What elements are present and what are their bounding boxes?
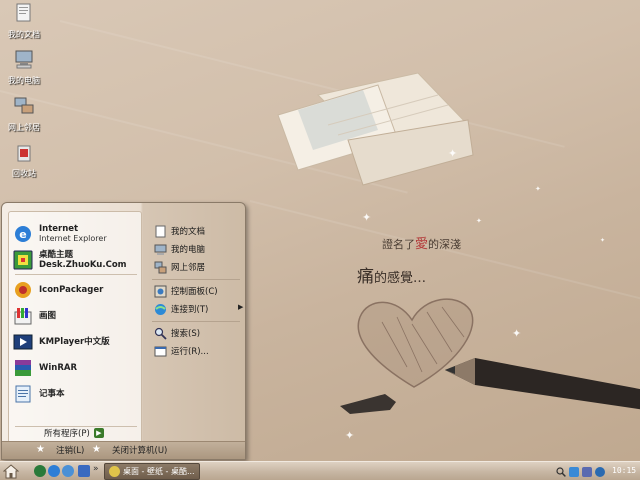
start-item-zhuoku-theme[interactable]: 桌酷主题 Desk.ZhuoKu.Com — [13, 248, 127, 272]
run-icon — [154, 346, 167, 356]
taskbar: » 桌面 - 壁纸 - 桌酷... 10:15 — [0, 461, 640, 480]
system-tray — [556, 464, 605, 479]
start-button[interactable] — [3, 464, 19, 479]
logoff-button[interactable]: ★ 注销(L) — [36, 444, 84, 456]
iconpackager-icon — [15, 282, 31, 298]
sparkle-icon: ✦ — [512, 327, 522, 340]
kmplayer-icon — [13, 334, 33, 350]
control-panel-icon — [154, 285, 167, 297]
start-right-control-panel[interactable]: 控制面板(C) — [154, 283, 218, 299]
clock[interactable]: 10:15 — [612, 466, 636, 475]
svg-text:e: e — [19, 228, 26, 241]
network-icon[interactable] — [569, 466, 579, 477]
network-places-icon — [154, 261, 167, 273]
connect-to-icon — [155, 303, 166, 315]
internet-explorer-icon: e — [15, 226, 31, 242]
wallpaper-caption-2: 痛的感覺… — [357, 267, 427, 287]
help-icon[interactable] — [595, 466, 605, 477]
start-menu-programs-pane: e Internet Internet Explorer 桌酷主题 Desk.Zhu… — [8, 211, 142, 444]
volume-icon[interactable] — [582, 466, 592, 477]
start-item-kmplayer[interactable]: KMPlayer中文版 — [13, 330, 110, 354]
start-right-my-documents[interactable]: 我的文档 — [154, 223, 205, 239]
shutdown-button[interactable]: ★ 关闭计算机(U) — [92, 444, 167, 456]
desktop-icon-my-computer[interactable]: 我的电脑 — [2, 48, 46, 86]
quicklaunch-overflow-button[interactable]: » — [93, 464, 99, 474]
winrar-icon — [15, 360, 31, 376]
pencil-image — [445, 358, 640, 410]
arrow-right-icon: ▶ — [93, 428, 104, 438]
start-item-notepad[interactable]: 记事本 — [13, 382, 65, 406]
desktop-icon-network-places[interactable]: 网上邻居 — [2, 95, 46, 133]
start-item-internet[interactable]: e Internet Internet Explorer — [13, 222, 107, 246]
desktop-icon-my-documents[interactable]: 我的文档 — [2, 2, 46, 40]
my-computer-icon — [154, 244, 167, 255]
start-menu-separator — [152, 321, 240, 322]
shutdown-icon: ★ — [92, 444, 101, 455]
start-menu: e Internet Internet Explorer 桌酷主题 Desk.Zhu… — [1, 202, 246, 460]
sparkle-icon: ✦ — [535, 185, 541, 193]
sparkle-icon: ✦ — [600, 237, 606, 244]
media-player-icon[interactable] — [62, 465, 74, 477]
internet-explorer-icon[interactable] — [48, 465, 60, 477]
start-menu-separator — [152, 279, 240, 280]
pencil-lead-image — [340, 394, 396, 414]
my-computer-icon — [15, 50, 33, 69]
start-right-network-places[interactable]: 网上邻居 — [154, 259, 205, 275]
sparkle-icon: ✦ — [476, 217, 482, 225]
my-documents-icon — [155, 225, 166, 237]
start-item-iconpackager[interactable]: IconPackager — [13, 278, 103, 302]
zhuoku-theme-icon — [13, 250, 33, 270]
logoff-icon: ★ — [36, 444, 45, 455]
submenu-arrow-icon: ▶ — [238, 303, 244, 311]
wallpaper-caption-1: 證名了愛的深淺 — [382, 237, 462, 252]
sparkle-icon: ✦ — [345, 429, 355, 442]
sparkle-icon: ✦ — [448, 147, 458, 160]
network-places-icon — [14, 97, 34, 114]
desktop-icon-recycle-bin[interactable]: 回收站 — [2, 141, 46, 179]
book-image — [277, 72, 474, 186]
search-icon[interactable] — [556, 466, 566, 477]
paint-icon — [14, 308, 32, 325]
start-item-winrar[interactable]: WinRAR — [13, 356, 77, 380]
start-right-run[interactable]: 运行(R)... — [154, 343, 209, 359]
start-menu-footer: ★ 注销(L) ★ 关闭计算机(U) — [2, 441, 245, 459]
start-right-my-computer[interactable]: 我的电脑 — [154, 241, 205, 257]
sparkle-icon: ✦ — [362, 211, 372, 224]
all-programs-button[interactable]: 所有程序(P) ▶ — [44, 427, 104, 439]
start-right-connect-to[interactable]: 连接到(T) — [154, 301, 208, 317]
notepad-icon — [15, 385, 31, 403]
start-item-paint[interactable]: 画图 — [13, 304, 56, 328]
start-menu-separator — [15, 274, 137, 275]
my-documents-icon — [16, 3, 31, 22]
show-desktop-icon[interactable] — [34, 465, 46, 477]
browser-icon — [109, 466, 120, 477]
recycle-bin-icon — [17, 145, 31, 162]
taskbar-window-button[interactable]: 桌面 - 壁纸 - 桌酷... — [104, 463, 200, 480]
messenger-icon[interactable] — [78, 465, 90, 477]
search-icon — [154, 327, 167, 340]
start-right-search[interactable]: 搜索(S) — [154, 325, 200, 341]
